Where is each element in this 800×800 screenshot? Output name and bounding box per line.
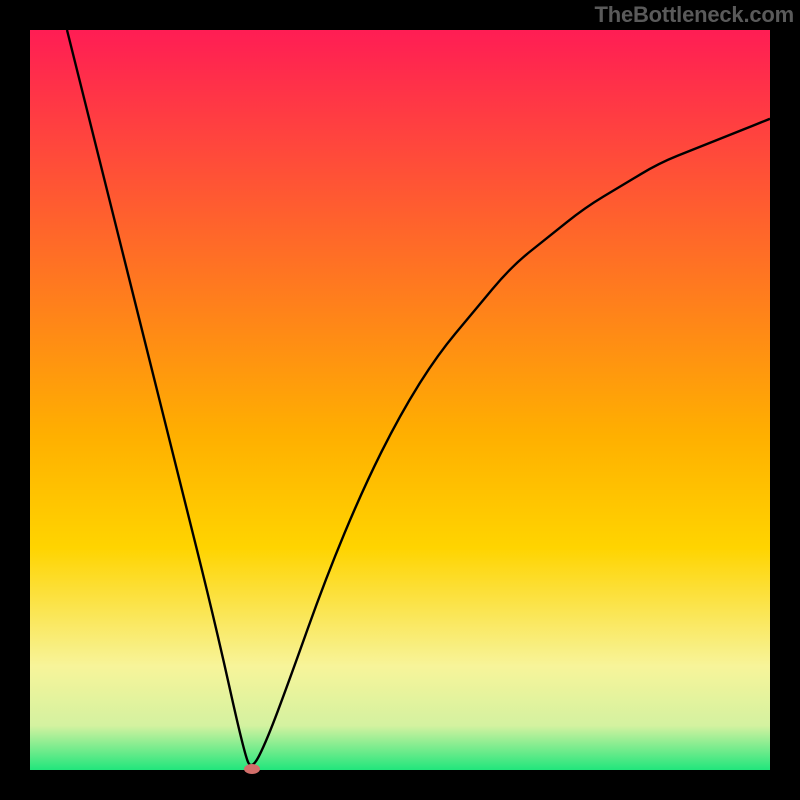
- chart-container: { "attribution": "TheBottleneck.com", "c…: [0, 0, 800, 800]
- minimum-marker: [244, 764, 260, 774]
- plot-background: [30, 30, 770, 770]
- attribution-label: TheBottleneck.com: [594, 2, 794, 28]
- gradient-plot: [0, 0, 800, 800]
